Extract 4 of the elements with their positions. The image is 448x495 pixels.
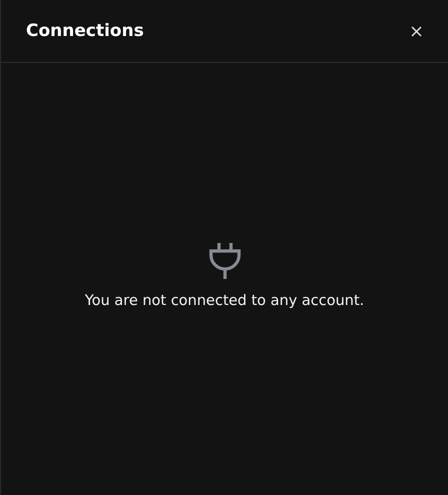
close-icon	[411, 26, 422, 36]
empty-message: You are not connected to any account.	[84, 293, 364, 309]
plug-icon	[206, 241, 242, 281]
panel-title: Connections	[26, 21, 144, 41]
